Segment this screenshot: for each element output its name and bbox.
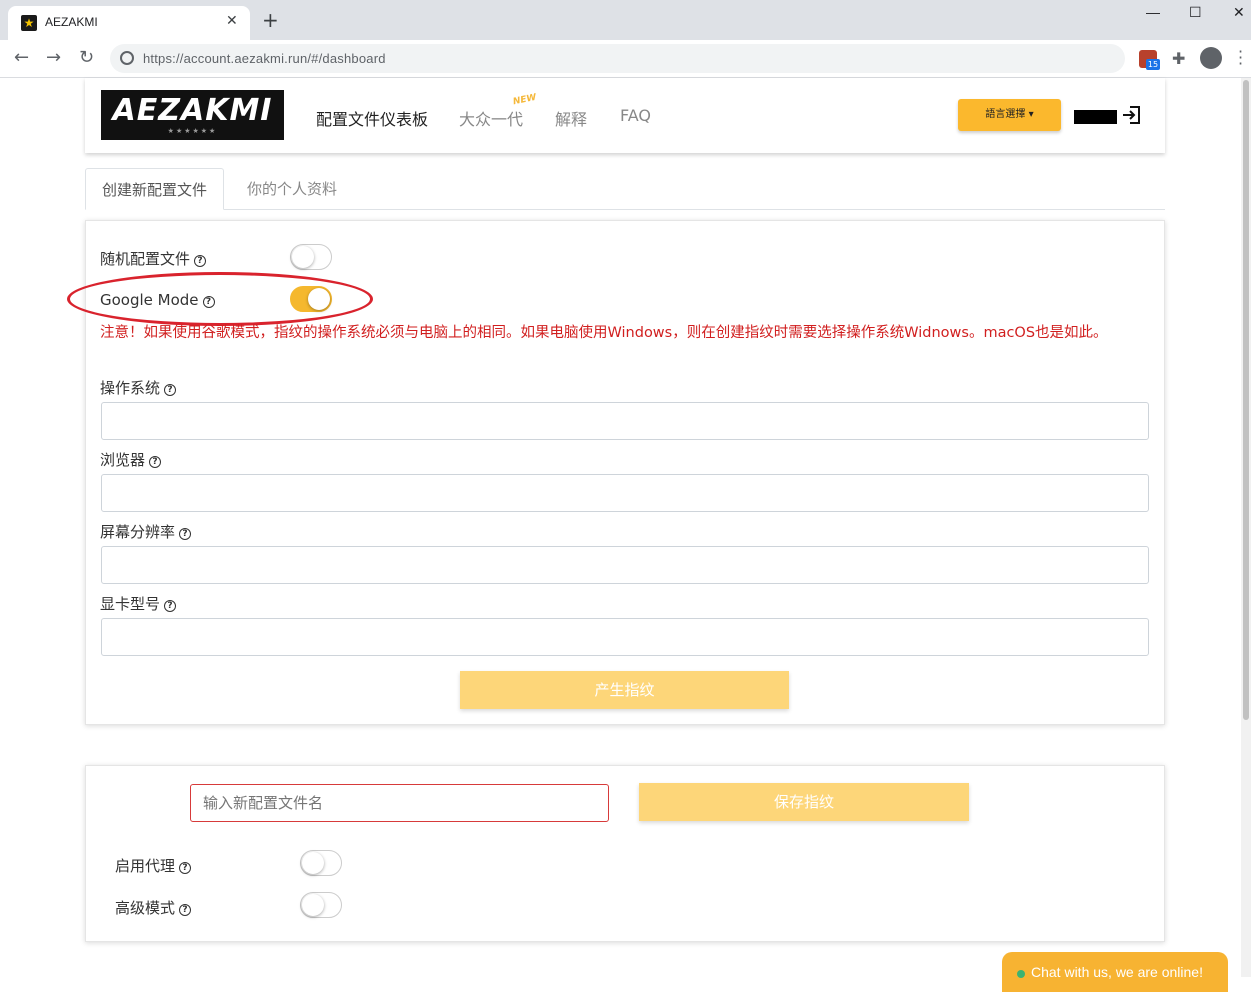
resolution-select[interactable]	[101, 546, 1149, 584]
chat-widget-text: Chat with us, we are online!	[1031, 964, 1203, 980]
os-label: 操作系统?	[100, 377, 177, 398]
help-icon[interactable]: ?	[179, 528, 192, 540]
generate-fingerprint-button[interactable]: 产生指纹	[460, 671, 789, 709]
back-arrow-icon[interactable]: ←	[14, 48, 29, 68]
scrollbar-thumb[interactable]	[1243, 80, 1249, 720]
gpu-label-text: 显卡型号	[100, 595, 161, 613]
resolution-label-text: 屏幕分辨率	[100, 523, 176, 541]
tab-my-profiles[interactable]: 你的个人资料	[231, 168, 353, 210]
advanced-mode-label: 高级模式?	[115, 897, 192, 918]
tab-create-profile[interactable]: 创建新配置文件	[85, 168, 225, 210]
nav-explanation[interactable]: 解释	[555, 106, 587, 130]
resolution-label: 屏幕分辨率?	[100, 521, 192, 542]
new-tab-button[interactable]: +	[262, 10, 279, 30]
chat-widget[interactable]: Chat with us, we are online!	[1002, 952, 1228, 992]
advanced-label-text: 高级模式	[115, 899, 176, 917]
proxy-label: 启用代理?	[115, 855, 192, 876]
help-icon[interactable]: ?	[194, 255, 207, 267]
new-badge: NEW	[512, 92, 538, 108]
tab-title: AEZAKMI	[45, 15, 98, 29]
language-select-button[interactable]: 語言選擇 ▾	[958, 99, 1061, 131]
help-icon[interactable]: ?	[179, 862, 192, 874]
browser-tab[interactable]: ★ AEZAKMI ✕	[8, 6, 250, 40]
help-icon[interactable]: ?	[149, 456, 162, 468]
os-select[interactable]	[101, 402, 1149, 440]
profile-tabs: 创建新配置文件 你的个人资料	[85, 168, 1165, 210]
browser-menu-icon[interactable]: · · ·	[1238, 44, 1243, 72]
toggle-knob	[292, 246, 314, 268]
username-redacted	[1074, 110, 1117, 124]
forward-arrow-icon[interactable]: →	[46, 48, 61, 68]
advanced-mode-toggle[interactable]	[300, 892, 342, 918]
help-icon[interactable]: ?	[179, 904, 192, 916]
help-icon[interactable]: ?	[164, 600, 177, 612]
gpu-label: 显卡型号?	[100, 593, 177, 614]
google-mode-warning: 注意！如果使用谷歌模式，指纹的操作系统必须与电脑上的相同。如果电脑使用Windo…	[100, 325, 1108, 341]
proxy-label-text: 启用代理	[115, 857, 176, 875]
site-info-icon[interactable]	[120, 51, 134, 65]
reload-icon[interactable]: ↻	[79, 48, 94, 68]
save-fingerprint-button[interactable]: 保存指纹	[639, 783, 969, 821]
url-text: https://account.aezakmi.run/#/dashboard	[143, 51, 386, 66]
minimize-button[interactable]: —	[1146, 4, 1160, 20]
os-label-text: 操作系统	[100, 379, 161, 397]
browser-label-text: 浏览器	[100, 451, 146, 469]
gpu-select[interactable]	[101, 618, 1149, 656]
toggle-knob	[302, 852, 324, 874]
logo-text: AEZAKMI	[112, 93, 273, 128]
extension-badge: 15	[1146, 59, 1160, 70]
maximize-button[interactable]: ☐	[1189, 4, 1202, 21]
help-icon[interactable]: ?	[164, 384, 177, 396]
profile-name-input[interactable]	[190, 784, 609, 822]
random-profile-text: 随机配置文件	[100, 250, 191, 268]
logo-stars: ★★★★★★	[167, 127, 218, 135]
tab-close-icon[interactable]: ✕	[226, 13, 238, 29]
browser-select[interactable]	[101, 474, 1149, 512]
puzzle-extensions-icon[interactable]: ✚	[1172, 49, 1185, 68]
random-profile-label: 随机配置文件?	[100, 248, 207, 269]
browser-label: 浏览器?	[100, 449, 162, 470]
favicon-star-icon: ★	[21, 15, 37, 31]
site-header: AEZAKMI ★★★★★★ 配置文件仪表板 大众一代 NEW 解释 FAQ 語…	[85, 78, 1165, 153]
logout-icon[interactable]	[1121, 105, 1141, 125]
profile-avatar-icon[interactable]	[1200, 47, 1222, 69]
random-profile-toggle[interactable]	[290, 244, 332, 270]
browser-tabstrip: ★ AEZAKMI ✕ + — ☐ ✕	[0, 0, 1251, 40]
aezakmi-logo[interactable]: AEZAKMI ★★★★★★	[101, 90, 284, 140]
address-bar[interactable]: https://account.aezakmi.run/#/dashboard	[110, 44, 1125, 73]
toggle-knob	[302, 894, 324, 916]
red-highlight-ellipse	[67, 272, 373, 326]
nav-profile-dashboard[interactable]: 配置文件仪表板	[316, 106, 428, 130]
proxy-toggle[interactable]	[300, 850, 342, 876]
close-window-button[interactable]: ✕	[1233, 4, 1245, 21]
nav-mass-generation[interactable]: 大众一代	[459, 106, 523, 130]
nav-faq[interactable]: FAQ	[620, 106, 651, 125]
browser-toolbar: ← → ↻ https://account.aezakmi.run/#/dash…	[0, 40, 1251, 78]
